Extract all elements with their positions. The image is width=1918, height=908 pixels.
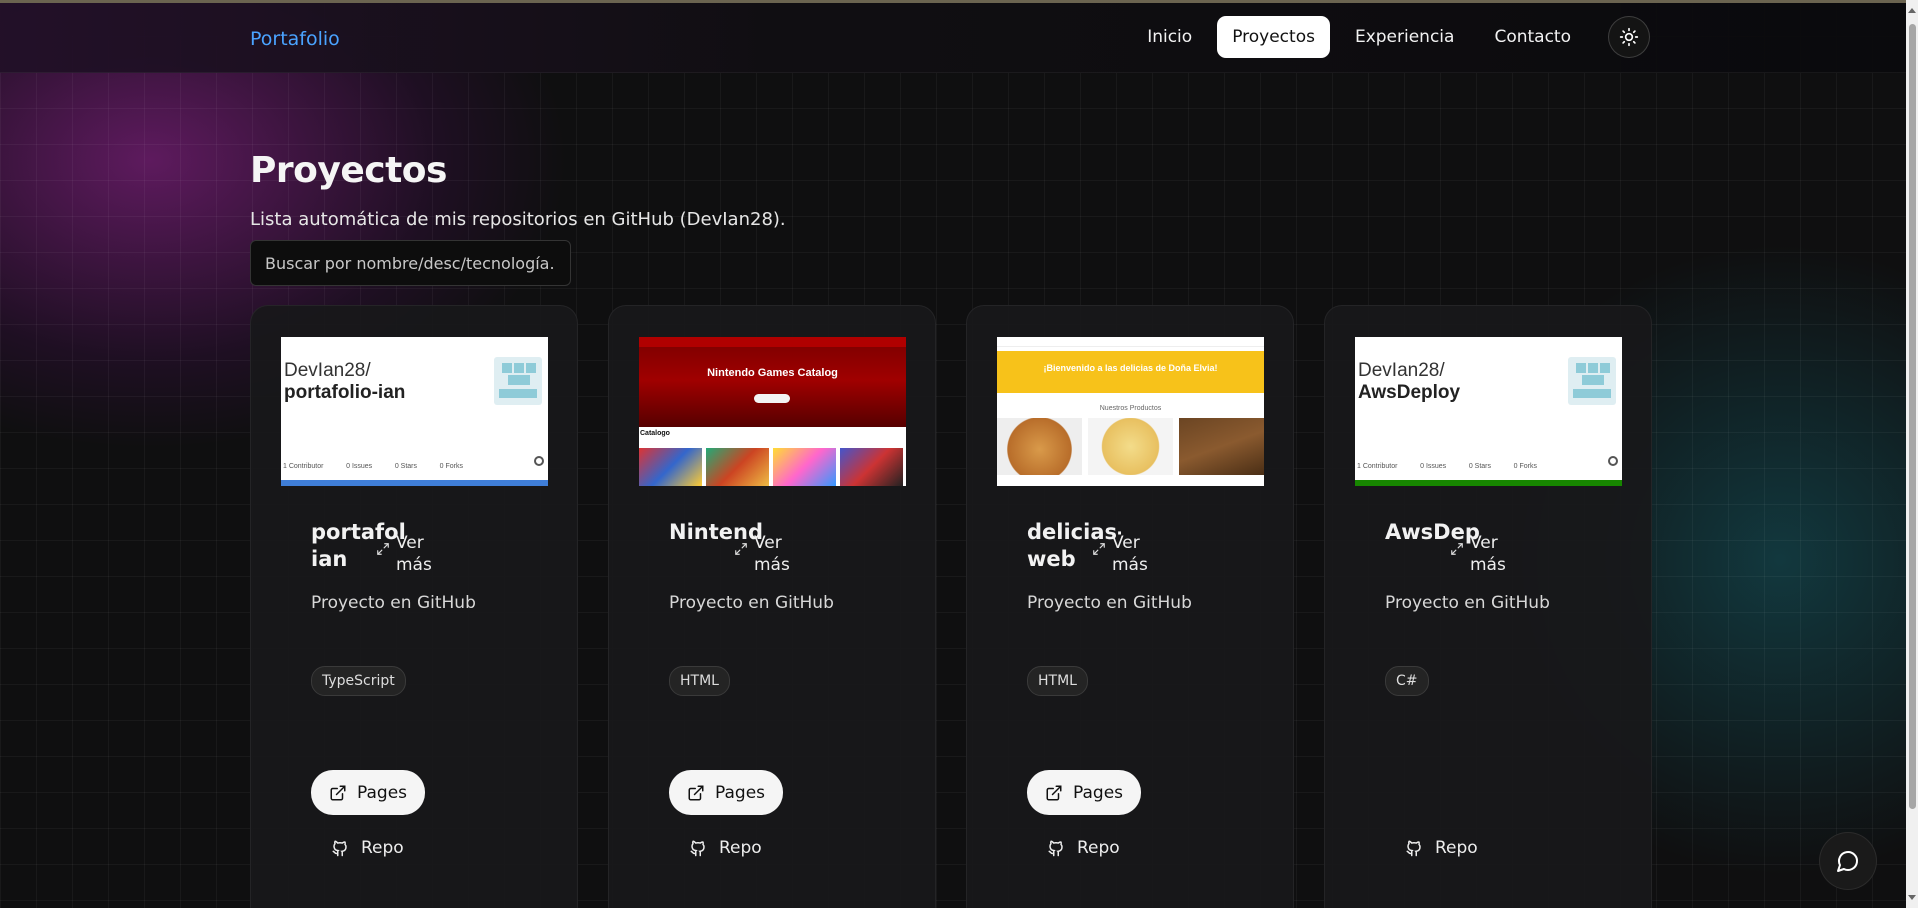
expand-icon [735, 543, 747, 555]
page-title: Proyectos [250, 150, 447, 191]
nav-proyectos[interactable]: Proyectos [1217, 16, 1330, 58]
preview-owner: DevIan28/ [284, 360, 371, 381]
language-tag: C# [1385, 666, 1429, 696]
chat-button[interactable] [1819, 832, 1877, 890]
github-icon [332, 840, 347, 857]
view-more-button[interactable]: Ver más [734, 532, 794, 576]
github-icon [1048, 840, 1063, 857]
repo-button[interactable]: Repo [689, 838, 762, 858]
preview-section: Catalogo [640, 430, 670, 437]
pages-button[interactable]: Pages [669, 770, 784, 815]
project-description: Proyecto en GitHub [669, 593, 834, 613]
sun-icon [1619, 27, 1639, 47]
view-more-button[interactable]: Ver más [376, 532, 436, 576]
pages-button[interactable]: Pages [1027, 770, 1142, 815]
language-bar [1355, 480, 1622, 486]
window-top-border [0, 0, 1918, 3]
site-header: Portafolio Inicio Proyectos Experiencia … [0, 3, 1906, 73]
search-input[interactable] [250, 240, 571, 286]
page-subtitle: Lista automática de mis repositorios en … [250, 209, 786, 230]
project-card: DevIan28/ portafolio-ian 1 Contributor 0 … [250, 305, 578, 908]
nintendo-preview: Nintendo Games Catalog Catalogo [639, 337, 906, 486]
external-link-icon [330, 785, 346, 800]
brand-link[interactable]: Portafolio [250, 28, 340, 50]
theme-toggle-button[interactable] [1608, 16, 1650, 58]
repo-button[interactable]: Repo [1047, 838, 1120, 858]
preview-repo: AwsDeploy [1358, 382, 1461, 403]
preview-stats: 1 Contributor 0 Issues 0 Stars 0 Forks [283, 463, 463, 470]
project-thumbnail[interactable]: Nintendo Games Catalog Catalogo [639, 337, 906, 486]
project-card: DevIan28/ AwsDeploy 1 Contributor 0 Issue… [1324, 305, 1652, 908]
projects-section: Proyectos Lista automática de mis reposi… [250, 150, 1652, 908]
delicias-preview: ¡Bienvenido a las delicias de Doña Elvia… [997, 337, 1264, 486]
scrollbar-thumb[interactable] [1909, 24, 1916, 809]
nav-experiencia[interactable]: Experiencia [1340, 16, 1470, 58]
scroll-down-arrow[interactable] [1908, 895, 1916, 900]
language-tag: HTML [1027, 666, 1088, 696]
project-cards: DevIan28/ portafolio-ian 1 Contributor 0 … [250, 305, 1652, 908]
repo-button[interactable]: Repo [1405, 838, 1478, 858]
github-icon [690, 840, 705, 857]
project-description: Proyecto en GitHub [1385, 593, 1550, 613]
main-nav: Inicio Proyectos Experiencia Contacto [1132, 16, 1650, 58]
nav-inicio[interactable]: Inicio [1132, 16, 1207, 58]
scroll-up-arrow[interactable] [1908, 8, 1916, 13]
chat-bubble-icon [1837, 851, 1858, 872]
expand-icon [1451, 543, 1463, 555]
project-card: Nintendo Games Catalog Catalogo Nintendo [608, 305, 936, 908]
expand-icon [377, 543, 389, 555]
preview-owner: DevIan28/ [1358, 360, 1445, 381]
page-scrollbar[interactable] [1906, 0, 1918, 908]
language-tag: TypeScript [311, 666, 406, 696]
github-preview: DevIan28/ AwsDeploy 1 Contributor 0 Issue… [1355, 337, 1622, 486]
github-icon [1406, 840, 1421, 857]
external-link-icon [1046, 785, 1062, 800]
github-icon [534, 456, 544, 466]
preview-stats: 1 Contributor 0 Issues 0 Stars 0 Forks [1357, 463, 1537, 470]
repo-button[interactable]: Repo [331, 838, 404, 858]
preview-heading: Nintendo Games Catalog [707, 367, 838, 379]
preview-avatar [494, 357, 542, 405]
preview-heading: ¡Bienvenido a las delicias de Doña Elvia… [1043, 363, 1218, 373]
expand-icon [1093, 543, 1105, 555]
github-icon [1608, 456, 1618, 466]
external-link-icon [688, 785, 704, 800]
project-description: Proyecto en GitHub [311, 593, 476, 613]
view-more-button[interactable]: Ver más [1092, 532, 1152, 576]
project-description: Proyecto en GitHub [1027, 593, 1192, 613]
preview-avatar [1568, 357, 1616, 405]
preview-repo: portafolio-ian [284, 382, 406, 403]
language-tag: HTML [669, 666, 730, 696]
view-more-button[interactable]: Ver más [1450, 532, 1510, 576]
project-thumbnail[interactable]: ¡Bienvenido a las delicias de Doña Elvia… [997, 337, 1264, 486]
github-preview: DevIan28/ portafolio-ian 1 Contributor 0 … [281, 337, 548, 486]
language-bar [281, 480, 548, 486]
project-thumbnail[interactable]: DevIan28/ portafolio-ian 1 Contributor 0 … [281, 337, 548, 486]
project-thumbnail[interactable]: DevIan28/ AwsDeploy 1 Contributor 0 Issue… [1355, 337, 1622, 486]
nav-contacto[interactable]: Contacto [1479, 16, 1586, 58]
project-card: ¡Bienvenido a las delicias de Doña Elvia… [966, 305, 1294, 908]
pages-button[interactable]: Pages [311, 770, 426, 815]
preview-section: Nuestros Productos [1099, 405, 1162, 412]
